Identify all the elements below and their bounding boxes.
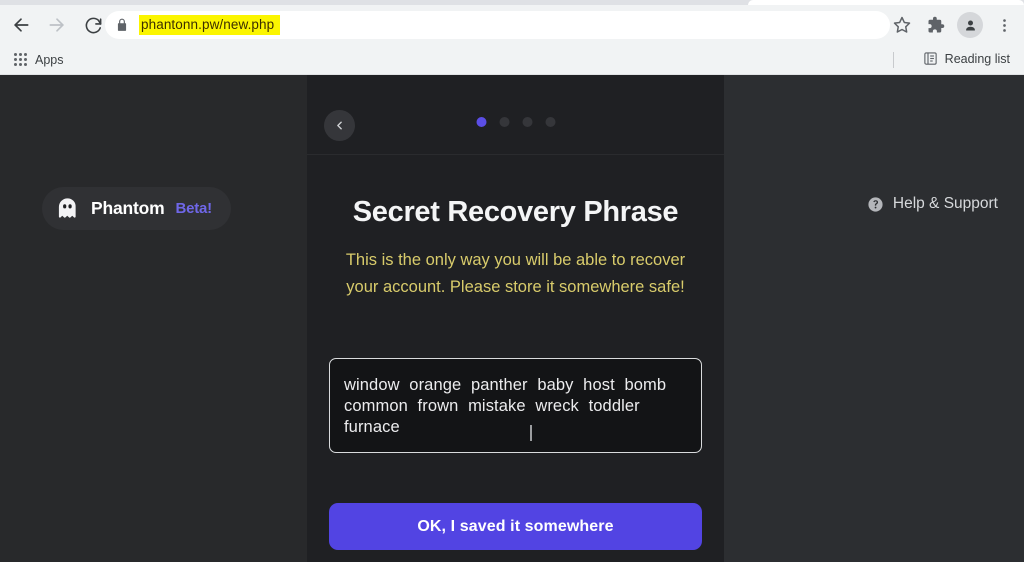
question-mark-circle-icon [867,196,884,213]
screenshot-root: phantonn.pw/new.php Apps Reading list Ph… [0,0,1024,562]
chevron-left-icon [337,121,342,130]
reading-list-button[interactable]: Reading list [917,48,1016,69]
phantom-logo-badge: Beta! [175,200,212,217]
reload-icon [85,17,101,33]
three-dot-menu-icon [1002,18,1006,32]
arrow-left-icon [14,18,29,32]
reload-button[interactable] [78,10,108,40]
phantom-brand-logo[interactable]: Phantom Beta! [42,187,231,230]
confirm-saved-button[interactable]: OK, I saved it somewhere [329,503,702,550]
page-title: Secret Recovery Phrase [352,196,679,228]
step-dot-3[interactable] [522,117,532,127]
toolbar-icon-group [886,9,1020,41]
warning-message: This is the only way you will be able to… [345,251,686,296]
onboarding-panel: Secret Recovery Phrase This is the only … [307,75,724,562]
back-button[interactable] [6,10,36,40]
web-page-content: Phantom Beta! Help & Support Secret Reco… [0,75,1024,562]
page-left-background [0,75,307,562]
seed-phrase-text: window orange panther baby host bomb com… [344,376,667,436]
url-text[interactable]: phantonn.pw/new.php [139,15,281,35]
apps-shortcut[interactable]: Apps [8,50,70,70]
extensions-button[interactable] [920,9,952,41]
reading-list-label: Reading list [944,51,1010,66]
step-indicator-dots [476,117,555,127]
person-avatar-icon [957,12,983,38]
bookmarks-bar: Apps Reading list [0,45,1024,75]
puzzle-piece-icon [928,16,945,33]
text-cursor [530,425,532,441]
apps-label: Apps [35,52,64,67]
seed-phrase-box[interactable]: window orange panther baby host bomb com… [329,358,702,453]
lock-icon [115,18,129,32]
browser-chrome: phantonn.pw/new.php Apps Reading list [0,0,1024,75]
help-and-support-link[interactable]: Help & Support [867,195,998,213]
apps-grid-icon [14,53,27,66]
panel-header [307,106,724,155]
phantom-logo-name: Phantom [91,198,165,218]
forward-button[interactable] [42,10,72,40]
page-right-background [724,75,1024,562]
step-dot-2[interactable] [499,117,509,127]
help-and-support-label: Help & Support [892,195,998,212]
browser-menu-button[interactable] [988,9,1020,41]
profile-button[interactable] [954,9,986,41]
ghost-icon [55,196,80,221]
star-icon [893,16,911,33]
address-bar[interactable]: phantonn.pw/new.php [105,11,890,39]
panel-back-button[interactable] [324,110,355,141]
bookmark-star-button[interactable] [886,9,918,41]
arrow-right-icon [49,18,64,32]
step-dot-4[interactable] [545,117,555,127]
reading-list-icon [923,52,937,65]
step-dot-1[interactable] [476,117,486,127]
bookmarks-divider [893,52,894,68]
